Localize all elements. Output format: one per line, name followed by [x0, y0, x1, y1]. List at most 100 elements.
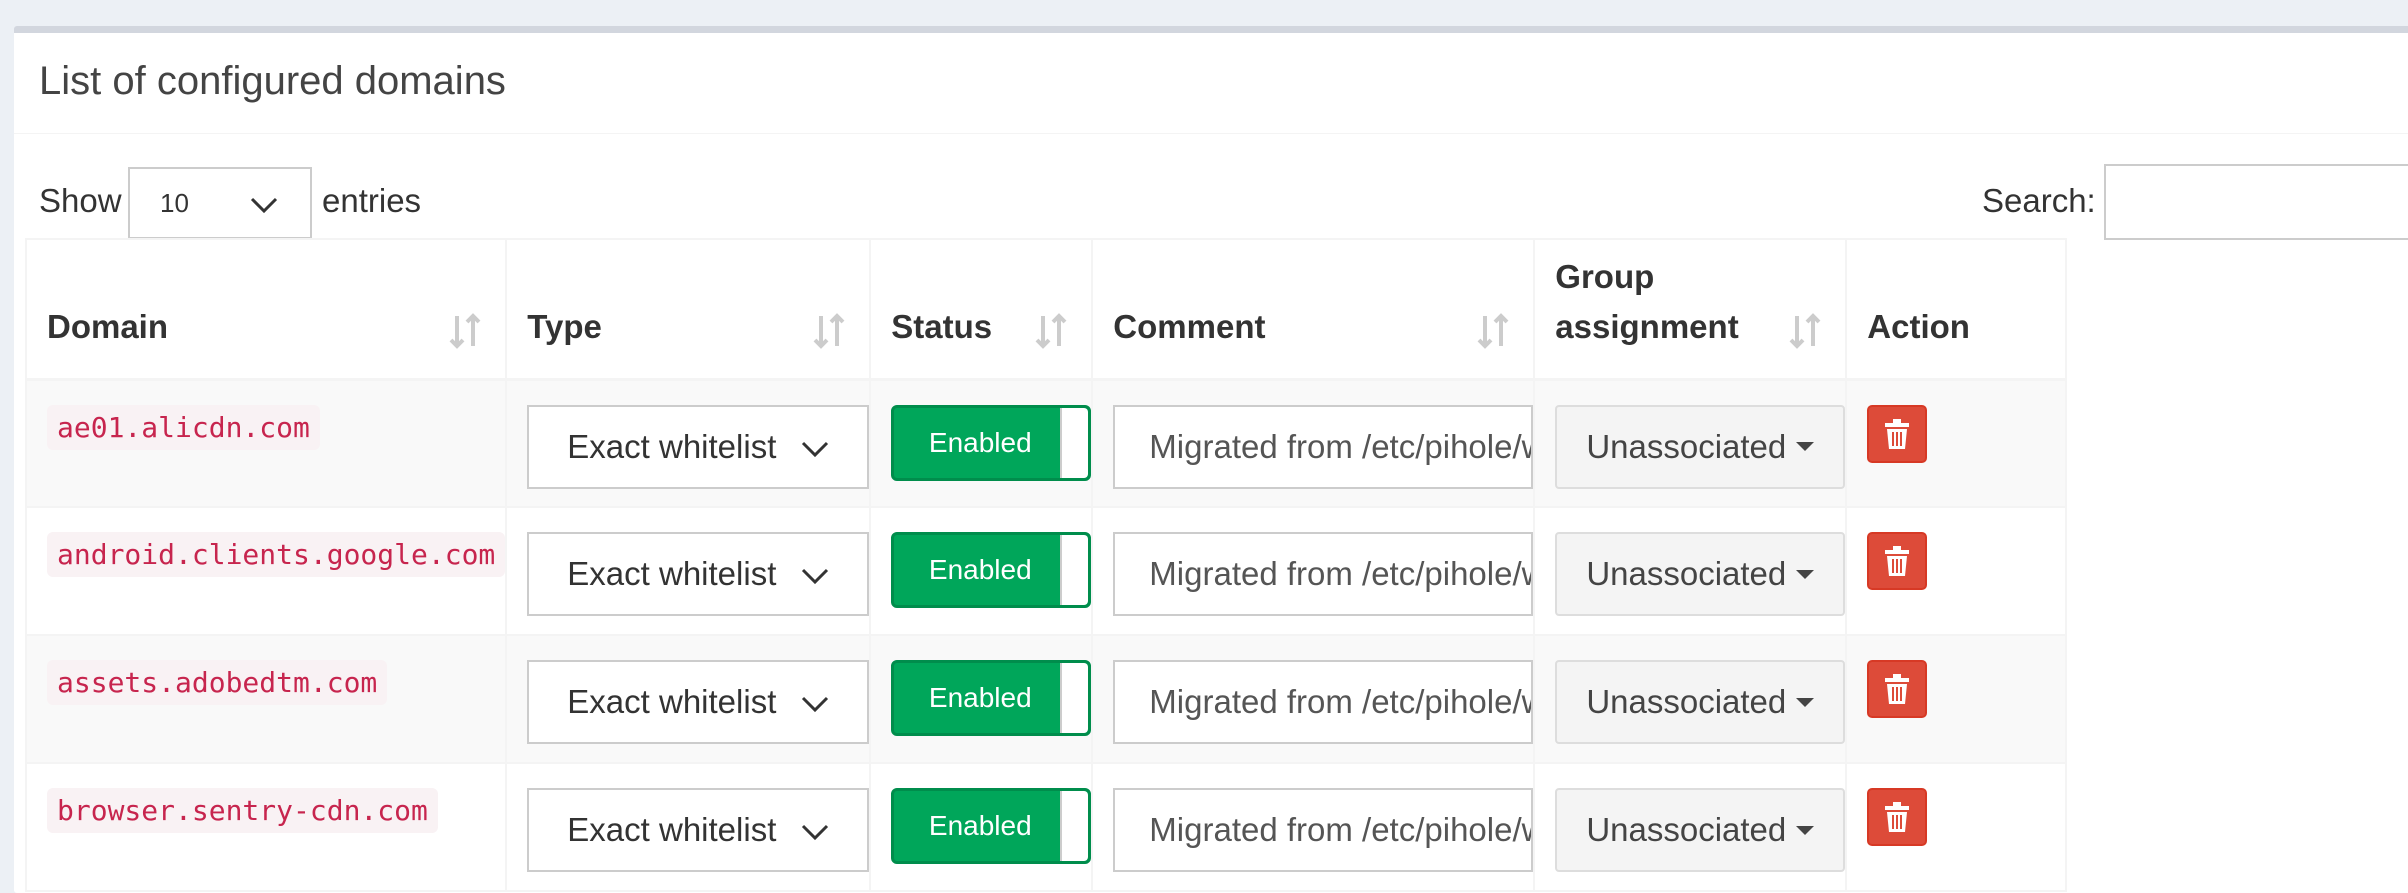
- domain-cell: android.clients.google.com: [24, 506, 508, 636]
- type-value: Exact whitelist: [567, 427, 777, 465]
- search-input[interactable]: [2104, 164, 2408, 240]
- status-cell: Enabled: [869, 762, 1094, 892]
- search-label: Search:: [1982, 182, 2096, 219]
- action-cell: [1845, 762, 2068, 892]
- delete-button[interactable]: [1867, 532, 1928, 590]
- box-title: List of configured domains: [39, 59, 506, 103]
- column-header-label: Action: [1867, 307, 1970, 345]
- status-toggle[interactable]: Enabled: [891, 404, 1092, 481]
- caret-down-icon: [1796, 569, 1815, 579]
- group-assignment-value: Unassociated: [1586, 555, 1787, 592]
- status-toggle[interactable]: Enabled: [891, 660, 1092, 736]
- chevron-down-icon: [250, 197, 278, 214]
- type-select[interactable]: Exact whitelist: [527, 404, 870, 489]
- column-header-label: Group assignment: [1555, 257, 1739, 345]
- action-cell: [1845, 634, 2068, 764]
- column-header-type[interactable]: Type: [505, 238, 872, 381]
- table-row: assets.adobedtm.com Exact whitelist Enab…: [24, 634, 2068, 764]
- table-row: ae01.alicdn.com Exact whitelist Enabled …: [24, 378, 2068, 508]
- type-cell: Exact whitelist: [505, 634, 872, 764]
- show-label: Show: [39, 182, 122, 219]
- column-header-group-assignment[interactable]: Group assignment: [1533, 238, 1848, 381]
- group-cell: Unassociated: [1533, 762, 1848, 892]
- top-band: [0, 0, 2408, 26]
- trash-icon: [1885, 674, 1910, 704]
- action-cell: [1845, 506, 2068, 636]
- trash-icon: [1885, 546, 1910, 576]
- status-toggle-label: Enabled: [928, 810, 1032, 841]
- type-cell: Exact whitelist: [505, 506, 872, 636]
- chevron-down-icon: [802, 568, 829, 585]
- column-header-label: Status: [891, 307, 993, 345]
- entries-label: entries: [322, 182, 422, 219]
- comment-cell: Migrated from /etc/pihole/whitelist.txt: [1091, 634, 1536, 764]
- action-cell: [1845, 378, 2068, 508]
- comment-cell: Migrated from /etc/pihole/whitelist.txt: [1091, 506, 1536, 636]
- type-value: Exact whitelist: [567, 555, 777, 592]
- group-assignment-button[interactable]: Unassociated: [1555, 532, 1846, 616]
- entries-per-page-value: 10: [160, 187, 189, 218]
- column-header-label: Domain: [47, 307, 169, 345]
- table-row: browser.sentry-cdn.com Exact whitelist E…: [24, 762, 2068, 892]
- status-cell: Enabled: [869, 506, 1094, 636]
- column-header-comment[interactable]: Comment: [1091, 238, 1536, 381]
- sort-icon: [1789, 312, 1821, 349]
- status-toggle[interactable]: Enabled: [891, 788, 1092, 864]
- entries-per-page-select[interactable]: 10: [128, 167, 312, 239]
- domain-code: android.clients.google.com: [47, 532, 506, 577]
- comment-cell: Migrated from /etc/pihole/whitelist.txt: [1091, 378, 1536, 508]
- domains-table: Domain Type Status Comment Group assignm…: [24, 238, 2068, 892]
- group-assignment-button[interactable]: Unassociated: [1555, 788, 1846, 872]
- status-toggle-label: Enabled: [928, 682, 1032, 713]
- type-select[interactable]: Exact whitelist: [527, 788, 870, 872]
- caret-down-icon: [1796, 825, 1815, 835]
- delete-button[interactable]: [1867, 788, 1928, 846]
- group-assignment-button[interactable]: Unassociated: [1555, 660, 1846, 744]
- group-assignment-value: Unassociated: [1586, 683, 1787, 720]
- chevron-down-icon: [802, 824, 829, 841]
- delete-button[interactable]: [1867, 660, 1928, 718]
- toggle-knob: [1060, 791, 1089, 861]
- group-cell: Unassociated: [1533, 634, 1848, 764]
- group-assignment-value: Unassociated: [1586, 427, 1787, 465]
- trash-icon: [1885, 418, 1910, 449]
- sort-icon: [449, 312, 481, 349]
- comment-input[interactable]: Migrated from /etc/pihole/whitelist.txt: [1113, 404, 1534, 489]
- status-toggle[interactable]: Enabled: [891, 532, 1092, 608]
- table-header-row: Domain Type Status Comment Group assignm…: [24, 238, 2068, 381]
- status-cell: Enabled: [869, 634, 1094, 764]
- caret-down-icon: [1796, 442, 1815, 451]
- status-cell: Enabled: [869, 378, 1094, 508]
- comment-input[interactable]: Migrated from /etc/pihole/whitelist.txt: [1113, 788, 1534, 872]
- status-toggle-label: Enabled: [928, 426, 1032, 458]
- column-header-label: Comment: [1113, 307, 1266, 345]
- status-toggle-label: Enabled: [928, 554, 1032, 585]
- comment-input[interactable]: Migrated from /etc/pihole/whitelist.txt: [1113, 532, 1534, 616]
- domain-cell: assets.adobedtm.com: [24, 634, 508, 764]
- toggle-knob: [1060, 407, 1089, 478]
- comment-input[interactable]: Migrated from /etc/pihole/whitelist.txt: [1113, 660, 1534, 744]
- trash-icon: [1885, 802, 1910, 832]
- sort-icon: [1477, 312, 1509, 349]
- caret-down-icon: [1796, 697, 1815, 707]
- domain-code: browser.sentry-cdn.com: [47, 788, 438, 833]
- group-assignment-button[interactable]: Unassociated: [1555, 404, 1846, 489]
- chevron-down-icon: [802, 696, 829, 713]
- toggle-knob: [1060, 663, 1089, 733]
- delete-button[interactable]: [1867, 404, 1928, 463]
- column-header-label: Type: [527, 307, 602, 345]
- column-header-action: Action: [1845, 238, 2068, 381]
- domain-code: assets.adobedtm.com: [47, 660, 388, 705]
- type-value: Exact whitelist: [567, 811, 777, 848]
- column-header-status[interactable]: Status: [869, 238, 1094, 381]
- comment-cell: Migrated from /etc/pihole/whitelist.txt: [1091, 762, 1536, 892]
- type-select[interactable]: Exact whitelist: [527, 660, 870, 744]
- domain-code: ae01.alicdn.com: [47, 404, 320, 450]
- type-select[interactable]: Exact whitelist: [527, 532, 870, 616]
- sort-icon: [1035, 312, 1067, 349]
- column-header-domain[interactable]: Domain: [24, 238, 508, 381]
- sort-icon: [813, 312, 845, 349]
- toggle-knob: [1060, 535, 1089, 605]
- type-cell: Exact whitelist: [505, 762, 872, 892]
- table-row: android.clients.google.com Exact whiteli…: [24, 506, 2068, 636]
